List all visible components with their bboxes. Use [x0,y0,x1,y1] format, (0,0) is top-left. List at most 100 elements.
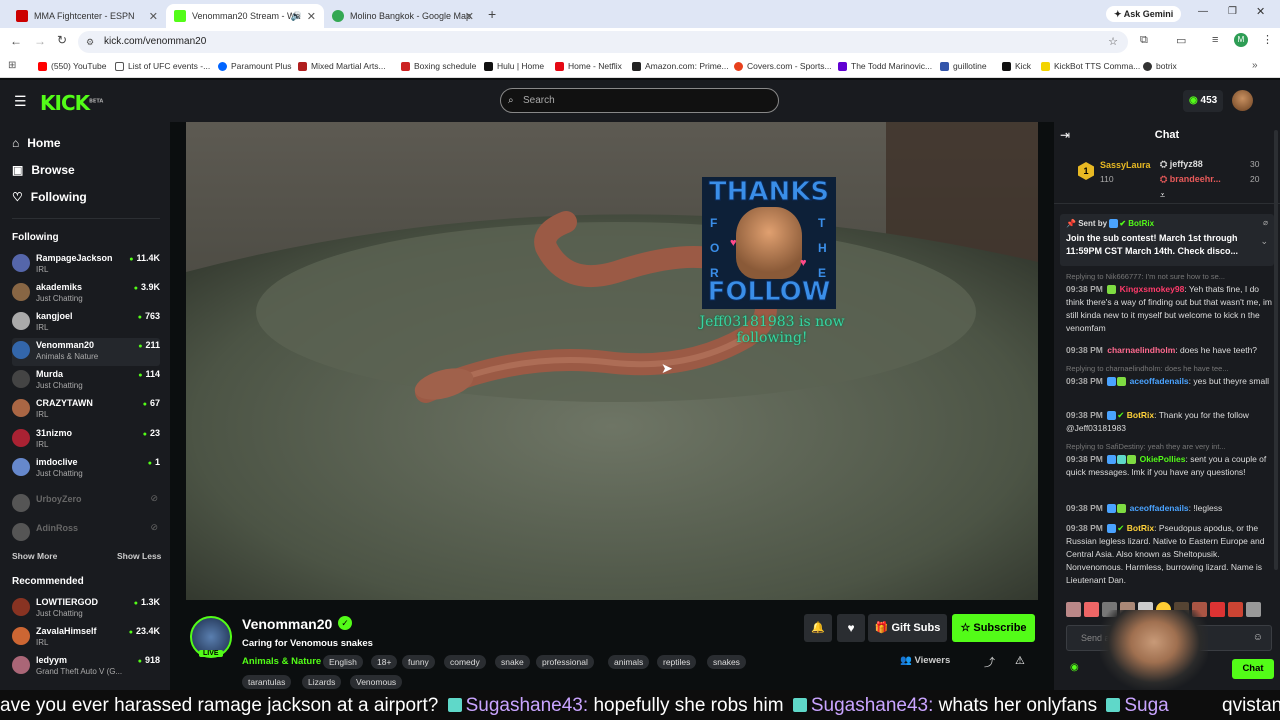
report-icon[interactable]: ⚠ [1015,654,1025,667]
channel-item-venomman20[interactable]: Venomman20 Animals & Nature 211 [12,338,160,366]
tag[interactable]: Venomous [350,675,403,689]
user-avatar[interactable] [1232,90,1253,111]
bookmark-guillotine[interactable]: guillotine [940,61,987,71]
bookmark-paramount[interactable]: Paramount Plus [218,61,291,71]
close-window-icon[interactable]: ✕ [1256,5,1265,18]
pinned-message[interactable]: 📌 Sent by ✔ BotRix ⌀ Join the sub contes… [1060,214,1274,266]
emote-icon[interactable] [1246,602,1261,617]
extensions-icon[interactable]: ⧉ [1140,34,1148,47]
tag[interactable]: Lizards [302,675,342,689]
url-field[interactable]: ⚙ kick.com/venomman20 ☆ [78,31,1128,53]
chat-username[interactable]: BotRix [1127,523,1154,533]
unpin-icon[interactable]: ⌀ [1263,218,1268,227]
kick-points-button[interactable]: ◉ 453 [1183,90,1224,112]
tag[interactable]: comedy [444,655,486,669]
tag[interactable]: English [323,655,363,669]
nav-browse[interactable]: ▣ Browse [12,163,75,177]
nav-following[interactable]: ♡ Following [12,190,87,204]
streamer-name[interactable]: Venomman20 [242,616,332,632]
bookmark-covers[interactable]: Covers.com - Sports... [734,61,832,71]
cast-icon[interactable]: ▭ [1176,34,1186,47]
tag[interactable]: snake [495,655,530,669]
restore-icon[interactable]: ❐ [1228,6,1237,17]
emote-icon[interactable] [1228,602,1243,617]
chat-username[interactable]: Kingxsmokey98 [1120,284,1185,294]
bookmark-star-icon[interactable]: ☆ [1108,31,1118,53]
chat-username[interactable]: BotRix [1127,410,1154,420]
chat-username[interactable]: aceoffadenails [1130,503,1189,513]
chat-username[interactable]: OkiePollies [1140,454,1186,464]
video-player[interactable]: THANKS FOR THE ♥ ♥ FOLLOW Jeff03181983 i… [186,122,1038,600]
browser-tab-maps[interactable]: Molino Bangkok - Google Map ✕ [324,4,482,28]
emote-icon[interactable] [1210,602,1225,617]
tag[interactable]: animals [608,655,650,669]
bookmark-botrix[interactable]: botrix [1143,61,1177,71]
more-bookmarks-icon[interactable]: » [1252,60,1258,71]
channel-item-murda[interactable]: Murda Just Chatting 114 [12,367,160,395]
emoji-icon[interactable]: ☺ [1253,626,1263,650]
more-menu-icon[interactable]: ⋮ [1262,33,1273,46]
chat-username[interactable]: charnaelindholm [1107,345,1175,355]
bookmark-boxing[interactable]: Boxing schedule [401,61,476,71]
apps-grid-icon[interactable]: ⊞ [8,60,16,71]
channel-item-rampagejackson[interactable]: RampageJackson IRL 11.4K [12,251,160,279]
channel-item-urboyzero[interactable]: UrboyZero ⊘ [12,491,160,519]
ask-gemini-button[interactable]: ✦ Ask Gemini [1106,6,1182,22]
send-chat-button[interactable]: Chat [1232,659,1274,679]
forward-icon[interactable]: → [34,34,46,48]
bookmark-mma[interactable]: Mixed Martial Arts... [298,61,386,71]
category-link[interactable]: Animals & Nature [242,656,321,667]
bookmark-netflix[interactable]: Home - Netflix [555,61,622,71]
tag[interactable]: snakes [707,655,746,669]
back-icon[interactable]: ← [10,34,22,48]
tag[interactable]: 18+ [371,655,398,669]
bookmark-youtube[interactable]: (550) YouTube [38,61,106,71]
bookmark-kick[interactable]: Kick [1002,61,1031,71]
close-tab-icon[interactable]: ✕ [149,10,158,23]
tag[interactable]: reptiles [657,655,697,669]
new-tab-icon[interactable]: + [488,6,496,22]
chevron-down-icon[interactable]: ⌄ [1260,236,1268,247]
share-icon[interactable]: ⤴ [984,654,995,670]
follow-heart-icon[interactable]: ♥ [837,614,865,642]
kick-logo[interactable]: KICKBETA [40,91,103,115]
close-tab-icon[interactable]: ✕ [465,10,474,23]
bookmark-kickbot[interactable]: KickBot TTS Comma... [1041,61,1140,71]
subscribe-button[interactable]: ☆ Subscribe [952,614,1035,642]
media-icon[interactable]: ≡ [1212,34,1218,46]
show-less-button[interactable]: Show Less [117,551,161,561]
channel-item-crazytawn[interactable]: CRAZYTAWN IRL 67 [12,396,160,424]
nav-home[interactable]: ⌂ Home [12,136,61,150]
channel-item-lowtiergod[interactable]: LOWTIERGOD Just Chatting 1.3K [12,595,160,623]
chat-points-icon[interactable]: ◉ [1070,662,1079,673]
tag[interactable]: tarantulas [242,675,292,689]
notification-bell-icon[interactable]: 🔔 [804,614,832,642]
gift-subs-button[interactable]: 🎁 Gift Subs [868,614,947,642]
channel-item-zavalahimself[interactable]: ZavalaHimself IRL 23.4K [12,624,160,652]
search-input[interactable]: ⌕ Search [500,88,779,113]
channel-item-kangjoel[interactable]: kangjoel IRL 763 [12,309,160,337]
browser-tab-espn[interactable]: MMA Fightcenter - ESPN ✕ [8,4,166,28]
close-tab-icon[interactable]: ✕ [307,10,316,23]
channel-item-ledyym[interactable]: ledyym Grand Theft Auto V (G... 918 [12,653,160,681]
expand-leaderboard-icon[interactable]: ⩡ [1160,190,1165,201]
channel-item-akademiks[interactable]: akademiks Just Chatting 3.9K [12,280,160,308]
chat-username[interactable]: aceoffadenails [1130,376,1189,386]
browser-tab-kick[interactable]: Venomman20 Stream - Wa 🔊 ✕ [166,4,324,28]
speaker-icon[interactable]: 🔊 [291,11,302,22]
reload-icon[interactable]: ↻ [57,33,67,47]
menu-hamburger-icon[interactable]: ☰ [14,93,27,110]
emote-icon[interactable] [1084,602,1099,617]
minimize-icon[interactable]: — [1198,6,1208,17]
bookmark-hulu[interactable]: Hulu | Home [484,61,544,71]
tag[interactable]: professional [536,655,594,669]
channel-item-imdoclive[interactable]: imdoclive Just Chatting 1 [12,455,160,483]
tag[interactable]: funny [402,655,435,669]
bookmark-todd[interactable]: The Todd Marinovic... [838,61,932,71]
site-info-icon[interactable]: ⚙ [86,31,94,53]
show-more-button[interactable]: Show More [12,551,57,561]
channel-item-adinross[interactable]: AdinRoss ⊘ [12,520,160,548]
bookmark-ufc-events[interactable]: List of UFC events -... [115,61,210,71]
chat-scrollbar[interactable] [1274,130,1278,570]
bookmark-amazon[interactable]: Amazon.com: Prime... [632,61,729,71]
